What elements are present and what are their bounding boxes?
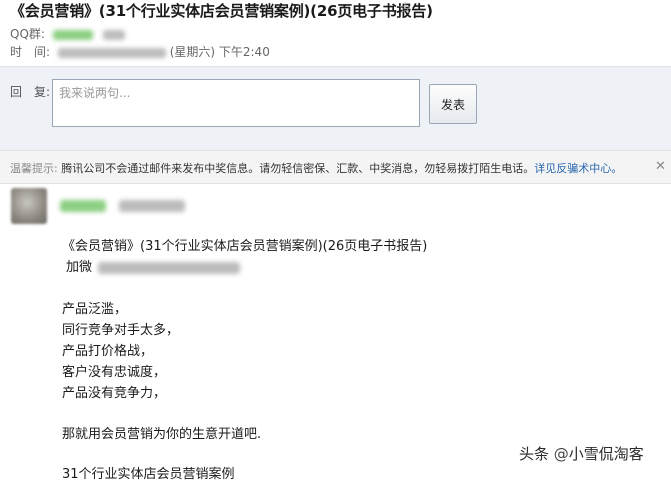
- contact-value-blurred: [98, 261, 241, 274]
- tip-message: 腾讯公司不会通过邮件来发布中奖信息。请勿轻信密保、汇款、中奖消息，勿轻易拨打陌生…: [61, 162, 535, 175]
- body-title: 《会员营销》(31个行业实体店会员营销案例)(26页电子书报告): [62, 239, 428, 254]
- sender-name-blurred[interactable]: [60, 195, 186, 214]
- send-button[interactable]: 发表: [429, 84, 477, 124]
- anti-fraud-link[interactable]: 详见反骗术中心。: [534, 162, 622, 175]
- watermark-at: @: [553, 445, 569, 463]
- date-blurred: [57, 47, 166, 58]
- sender-bar: [0, 184, 671, 228]
- reply-area: 回 复: 发表: [0, 67, 671, 150]
- body-line: 产品没有竞争力，: [62, 386, 167, 401]
- body-line: 产品打价格战，: [62, 344, 154, 359]
- qq-group-label: QQ群:: [10, 27, 45, 41]
- body-line: 产品泛滥，: [62, 302, 128, 317]
- time-value: (星期六) 下午2:40: [169, 45, 270, 59]
- close-icon[interactable]: ✕: [655, 159, 666, 174]
- body-line: 同行竞争对手太多，: [62, 323, 180, 338]
- qq-group-extra-blurred: [102, 29, 125, 40]
- tip-prefix: 温馨提示:: [10, 162, 58, 175]
- contact-label: 加微: [66, 260, 93, 275]
- watermark: 头条 @小雪侃淘客: [519, 443, 644, 464]
- reply-label: 回 复:: [10, 85, 51, 99]
- star-icon[interactable]: ☆: [398, 0, 412, 17]
- body-line: 31个行业实体店会员营销案例: [62, 467, 235, 482]
- watermark-prefix: 头条: [519, 445, 550, 463]
- security-tip-bar: 温馨提示: 腾讯公司不会通过邮件来发布中奖信息。请勿轻信密保、汇款、中奖消息，勿…: [0, 150, 671, 184]
- time-row: 时 间: (星期六) 下午2:40: [10, 43, 270, 60]
- email-header: 《会员营销》(31个行业实体店会员营销案例)(26页电子书报告) ☆ QQ群: …: [0, 0, 671, 66]
- body-line: 客户没有忠诚度，: [62, 365, 167, 380]
- qq-group-row: QQ群:: [10, 25, 125, 42]
- time-label: 时 间:: [10, 45, 51, 59]
- body-line: 那就用会员营销为你的生意开道吧.: [62, 427, 262, 442]
- email-subject: 《会员营销》(31个行业实体店会员营销案例)(26页电子书报告): [10, 2, 433, 20]
- watermark-name: 小雪侃淘客: [568, 445, 644, 463]
- tip-text: 温馨提示: 腾讯公司不会通过邮件来发布中奖信息。请勿轻信密保、汇款、中奖消息，勿…: [10, 160, 622, 176]
- avatar[interactable]: [11, 188, 47, 224]
- contact-line: 加微: [66, 256, 241, 275]
- reply-input[interactable]: [52, 79, 420, 127]
- qq-group-value-blurred: [52, 29, 93, 40]
